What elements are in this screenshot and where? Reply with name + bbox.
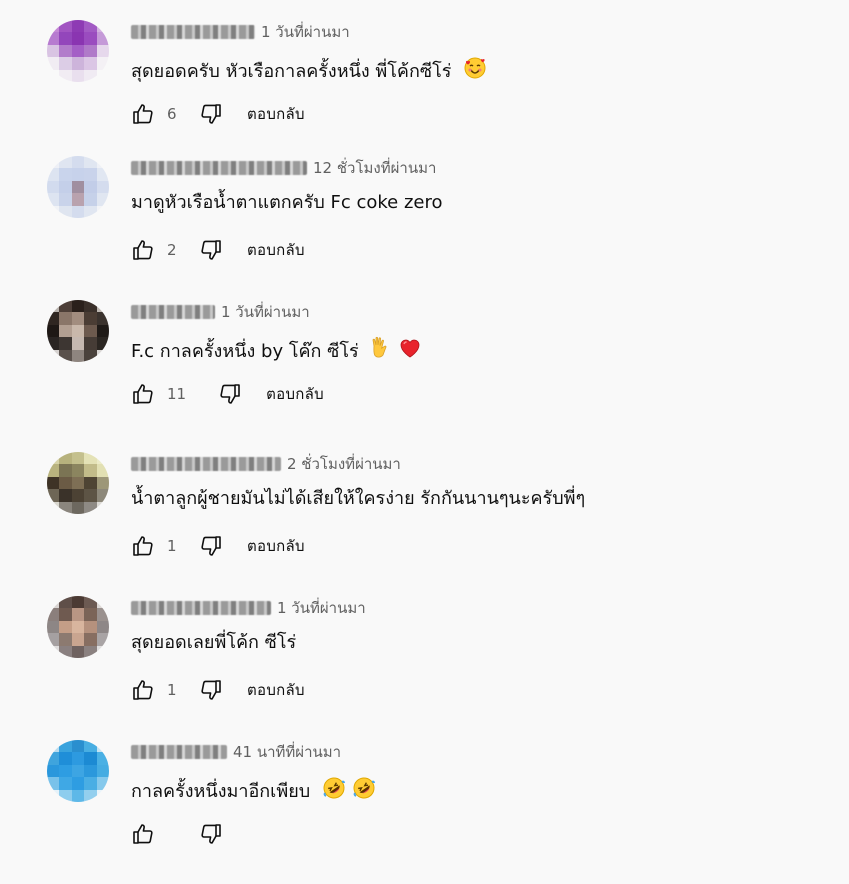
thumbs-up-icon (133, 680, 153, 700)
comment-header: ukTobti nuuritHe 1 วันที่ผ่านมา (131, 597, 366, 619)
comment-actions (131, 820, 247, 848)
thumbs-up-icon (133, 824, 153, 844)
reply-button[interactable]: ตอบกลับ (247, 678, 305, 702)
like-count: 1 (167, 681, 177, 699)
comment-timestamp[interactable]: 41 นาทีที่ผ่านมา (233, 740, 341, 764)
thumbs-down-icon (201, 824, 221, 844)
dislike-button[interactable] (199, 822, 223, 846)
rolling-on-floor-laughing-icon (352, 776, 376, 806)
dislike-button[interactable] (199, 102, 223, 126)
thumbs-up-icon (133, 104, 153, 124)
comment-text: น้ำตาลูกผู้ชายมันไม่ได้เสียให้ใครง่าย รั… (131, 488, 585, 510)
dislike-button[interactable] (199, 678, 223, 702)
comment-thread: ChiOpRaK Mahay 2 ชั่วโมงที่ผ่านมา น้ำตาล… (0, 452, 849, 596)
thumbs-down-icon (201, 104, 221, 124)
comment-header: Fee spirit 1 วันที่ผ่านมา (131, 301, 310, 323)
like-button[interactable] (131, 534, 155, 558)
reply-button[interactable]: ตอบกลับ (247, 238, 305, 262)
comment-text: สุดยอดเลยพี่โค้ก ซีโร่ (131, 632, 296, 654)
like-button[interactable] (131, 822, 155, 846)
comment-timestamp[interactable]: 2 ชั่วโมงที่ผ่านมา (287, 452, 401, 476)
like-button[interactable] (131, 382, 155, 406)
comment-text-content: กาลครั้งหนึ่งมาอีกเพียบ (131, 781, 311, 802)
author-name[interactable]: ChiOpRaK Mahay (131, 457, 281, 471)
comment-text-content: สุดยอดเลยพี่โค้ก ซีโร่ (131, 632, 297, 653)
reply-button[interactable]: ตอบกลับ (266, 382, 324, 406)
comment-text-content: มาดูหัวเรือน้ำตาแตกครับ Fc coke zero (131, 192, 443, 213)
comment-text: มาดูหัวเรือน้ำตาแตกครับ Fc coke zero (131, 192, 443, 214)
dislike-button[interactable] (199, 238, 223, 262)
comment-header: ChiOpRaK Mahay 2 ชั่วโมงที่ผ่านมา (131, 453, 401, 475)
author-name[interactable]: Matisse Smartill (131, 25, 255, 39)
thumbs-down-icon (201, 680, 221, 700)
like-count: 11 (167, 385, 187, 403)
like-count: 2 (167, 241, 177, 259)
comment-timestamp[interactable]: 1 วันที่ผ่านมา (277, 596, 366, 620)
comment-header: Matisse Smartill 1 วันที่ผ่านมา (131, 21, 350, 43)
like-count: 1 (167, 537, 177, 555)
author-name[interactable]: Fee spirit (131, 305, 215, 319)
reply-button[interactable]: ตอบกลับ (247, 534, 305, 558)
comment-emojis (364, 336, 422, 362)
comment-text: สุดยอดครับ หัวเรือกาลครั้งหนึ่ง พี่โค้กซ… (131, 56, 487, 86)
comment-text-content: F.c กาลครั้งหนึ่ง by โค๊ก ซีโร่ (131, 341, 359, 362)
smiling-face-with-hearts-icon (463, 56, 487, 86)
comment-actions: 6 ตอบกลับ (131, 100, 305, 128)
thumbs-up-icon (133, 240, 153, 260)
comment-header: Pimu pung 41 นาทีที่ผ่านมา (131, 741, 341, 763)
comment-text-content: น้ำตาลูกผู้ชายมันไม่ได้เสียให้ใครง่าย รั… (131, 488, 586, 509)
comment-actions: 2 ตอบกลับ (131, 236, 305, 264)
like-button[interactable] (131, 238, 155, 262)
author-name[interactable]: Kritchai Kittisak TV (131, 161, 307, 175)
comment-timestamp[interactable]: 12 ชั่วโมงที่ผ่านมา (313, 156, 436, 180)
vulcan-salute-icon (370, 336, 392, 366)
dislike-button[interactable] (218, 382, 242, 406)
comment-text-content: สุดยอดครับ หัวเรือกาลครั้งหนึ่ง พี่โค้กซ… (131, 61, 452, 82)
dislike-button[interactable] (199, 534, 223, 558)
comment-emojis (316, 777, 376, 802)
avatar[interactable] (47, 452, 109, 514)
avatar[interactable] (47, 156, 109, 218)
avatar[interactable] (47, 596, 109, 658)
comment-timestamp[interactable]: 1 วันที่ผ่านมา (221, 300, 310, 324)
reply-button[interactable]: ตอบกลับ (247, 102, 305, 126)
rolling-on-floor-laughing-icon (322, 776, 346, 806)
comment-header: Kritchai Kittisak TV 12 ชั่วโมงที่ผ่านมา (131, 157, 436, 179)
thumbs-down-icon (220, 384, 240, 404)
comment-text: F.c กาลครั้งหนึ่ง by โค๊ก ซีโร่ (131, 336, 422, 366)
avatar[interactable] (47, 740, 109, 802)
avatar[interactable] (47, 20, 109, 82)
thumbs-up-icon (133, 384, 153, 404)
like-count: 6 (167, 105, 177, 123)
red-heart-icon (398, 336, 422, 366)
comment-actions: 11 ตอบกลับ (131, 380, 324, 408)
avatar[interactable] (47, 300, 109, 362)
comment-thread: Kritchai Kittisak TV 12 ชั่วโมงที่ผ่านมา… (0, 156, 849, 300)
comment-emojis (457, 57, 487, 82)
comment-thread: Pimu pung 41 นาทีที่ผ่านมา กาลครั้งหนึ่ง… (0, 740, 849, 884)
like-button[interactable] (131, 678, 155, 702)
comment-list: Matisse Smartill 1 วันที่ผ่านมา สุดยอดคร… (0, 0, 849, 844)
comment-thread: Fee spirit 1 วันที่ผ่านมา F.c กาลครั้งหน… (0, 300, 849, 444)
thumbs-down-icon (201, 536, 221, 556)
comment-text: กาลครั้งหนึ่งมาอีกเพียบ (131, 776, 376, 806)
comment-actions: 1 ตอบกลับ (131, 532, 305, 560)
like-button[interactable] (131, 102, 155, 126)
comment-thread: Matisse Smartill 1 วันที่ผ่านมา สุดยอดคร… (0, 20, 849, 164)
thumbs-up-icon (133, 536, 153, 556)
comment-actions: 1 ตอบกลับ (131, 676, 305, 704)
thumbs-down-icon (201, 240, 221, 260)
author-name[interactable]: Pimu pung (131, 745, 227, 759)
author-name[interactable]: ukTobti nuuritHe (131, 601, 271, 615)
comment-thread: ukTobti nuuritHe 1 วันที่ผ่านมา สุดยอดเล… (0, 596, 849, 740)
comment-timestamp[interactable]: 1 วันที่ผ่านมา (261, 20, 350, 44)
